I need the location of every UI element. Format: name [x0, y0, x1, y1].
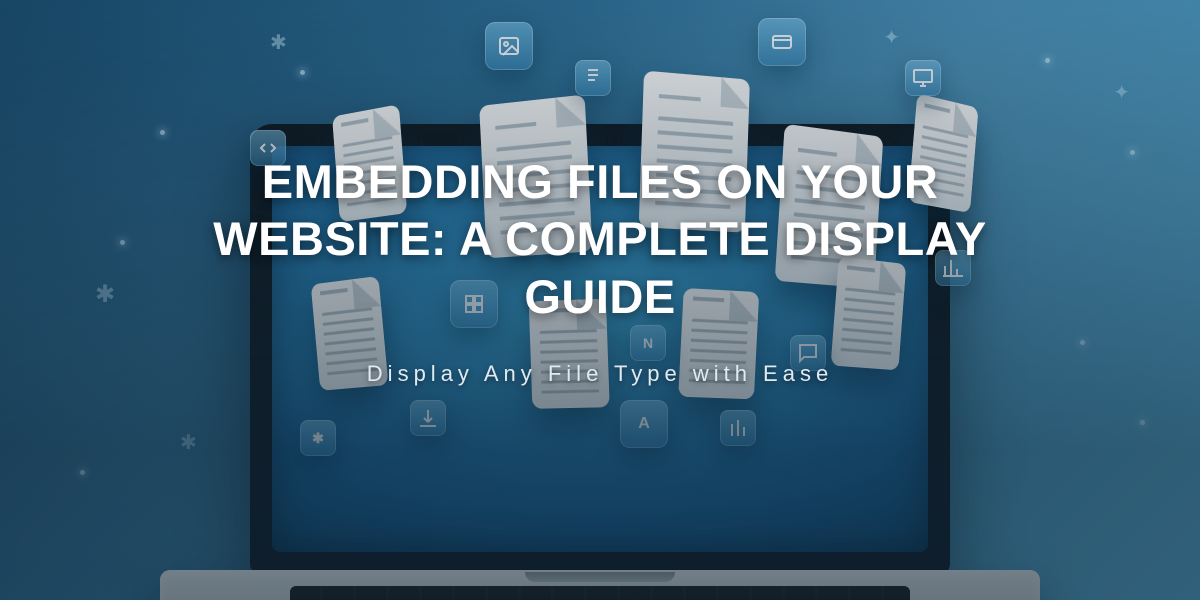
hero-title: EMBEDDING FILES ON YOUR WEBSITE: A COMPL…	[150, 153, 1050, 325]
hero-subtitle: Display Any File Type with Ease	[150, 361, 1050, 387]
title-block: EMBEDDING FILES ON YOUR WEBSITE: A COMPL…	[150, 153, 1050, 387]
hero-banner: ✱ ✱ ✱ ✦ ✦	[0, 0, 1200, 600]
